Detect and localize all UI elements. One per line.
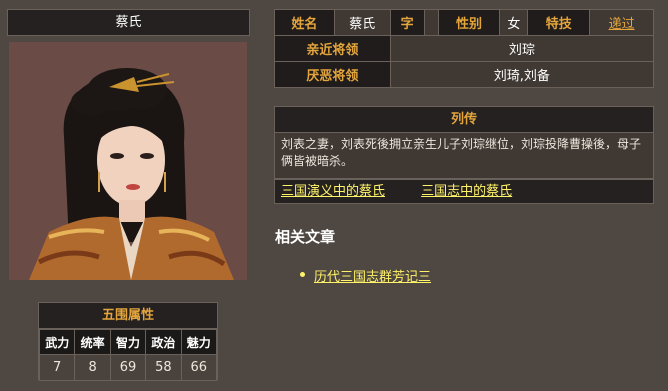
biography-text: 刘表之妻，刘表死後拥立亲生儿子刘琮继位，刘琮投降曹操後，母子俩皆被暗杀。 [275, 133, 653, 178]
disliked-generals-label: 厌恶将领 [274, 61, 391, 88]
related-article-link[interactable]: 历代三国志群芳记三 [314, 270, 431, 285]
surname-value: 蔡氏 [333, 9, 391, 36]
character-name-bar: 蔡氏 [7, 9, 250, 36]
stat-value-charm: 66 [180, 354, 218, 381]
biography-title: 列传 [275, 107, 653, 133]
stat-value-politics: 58 [145, 354, 182, 381]
close-generals-value: 刘琮 [389, 35, 655, 62]
close-generals-label: 亲近将领 [274, 35, 391, 62]
stat-value-command: 8 [74, 354, 111, 381]
biography-panel: 列传 刘表之妻，刘表死後拥立亲生儿子刘琮继位，刘琮投降曹操後，母子俩皆被暗杀。 [274, 106, 654, 179]
skill-cell: 递过 [589, 9, 654, 36]
attributes-title: 五围属性 [39, 303, 217, 329]
gender-value: 女 [499, 9, 529, 36]
character-name: 蔡氏 [115, 15, 142, 30]
stat-header-command: 统率 [74, 329, 111, 355]
skill-label: 特技 [527, 9, 591, 36]
surname-label: 姓名 [274, 9, 335, 36]
related-articles-list: 历代三国志群芳记三 [300, 266, 431, 285]
stat-header-charm: 魅力 [180, 329, 218, 355]
attributes-table: 武力 统率 智力 政治 魅力 7 8 69 58 66 [38, 329, 218, 381]
character-portrait [9, 42, 247, 280]
courtesy-label: 字 [389, 9, 425, 36]
stat-header-politics: 政治 [145, 329, 182, 355]
related-articles-title: 相关文章 [275, 228, 336, 246]
stat-value-intelligence: 69 [109, 354, 147, 381]
stat-value-force: 7 [38, 354, 76, 381]
courtesy-value [423, 9, 439, 36]
gender-label: 性别 [437, 9, 501, 36]
portrait-illustration [9, 42, 247, 280]
list-item: 历代三国志群芳记三 [300, 266, 431, 285]
stat-header-intelligence: 智力 [109, 329, 147, 355]
attributes-panel: 五围属性 武力 统率 智力 政治 魅力 7 8 69 58 66 [38, 302, 218, 381]
history-biography-link[interactable]: 三国志中的蔡氏 [421, 184, 512, 199]
biography-links: 三国演义中的蔡氏 三国志中的蔡氏 [274, 179, 654, 204]
stat-header-force: 武力 [38, 329, 76, 355]
profile-table: 姓名 蔡氏 字 性别 女 特技 递过 亲近将领 刘琮 厌恶将领 刘琦,刘备 [274, 9, 655, 88]
disliked-generals-value: 刘琦,刘备 [389, 61, 655, 88]
novel-biography-link[interactable]: 三国演义中的蔡氏 [281, 184, 385, 199]
skill-link[interactable]: 递过 [609, 17, 635, 32]
